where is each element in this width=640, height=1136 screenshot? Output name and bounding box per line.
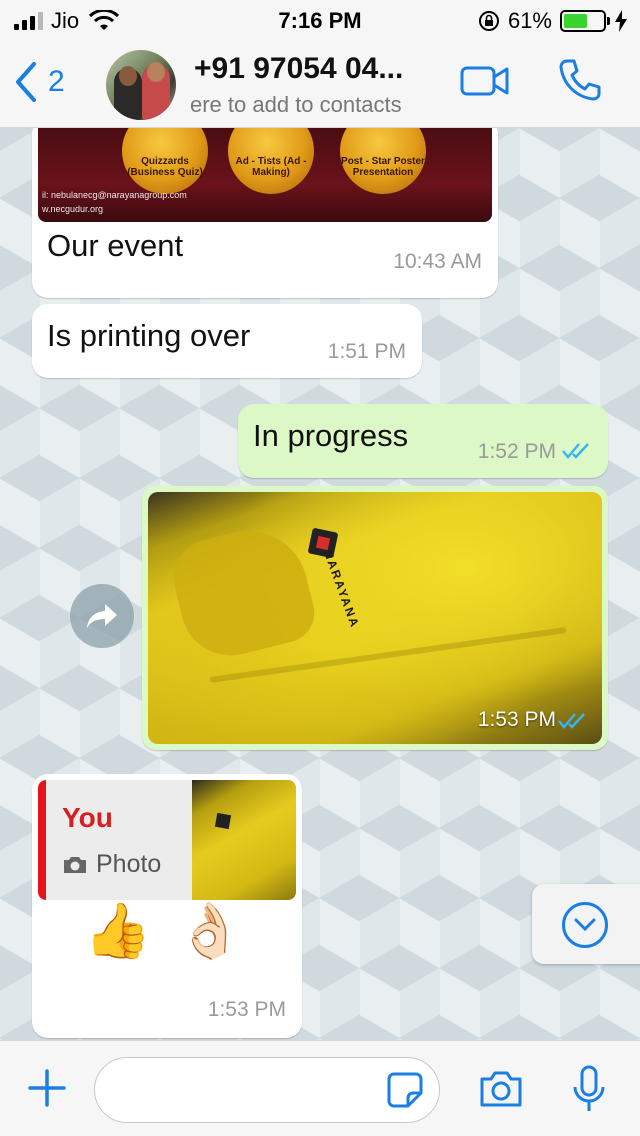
read-ticks-icon <box>562 443 589 459</box>
phone-icon[interactable] <box>558 58 602 102</box>
scroll-to-bottom-button[interactable] <box>532 884 640 964</box>
sticker-icon[interactable] <box>386 1071 424 1109</box>
contact-subtitle[interactable]: ere to add to contacts <box>190 92 440 118</box>
banner-medal: Ad - Tists (Ad - Making) <box>228 128 314 194</box>
plus-icon[interactable] <box>28 1069 66 1107</box>
quoted-message[interactable]: You Photo <box>38 780 296 900</box>
banner-site: w.necgudur.org <box>42 204 104 214</box>
battery-icon <box>560 10 610 32</box>
camera-small-icon <box>64 856 86 873</box>
quoted-type: Photo <box>62 850 161 879</box>
message-time: 10:43 AM <box>393 250 482 273</box>
camera-icon[interactable] <box>478 1069 524 1109</box>
quoted-photo-thumbnail <box>192 780 296 900</box>
battery-percent: 61% <box>507 8 552 33</box>
input-bar <box>0 1040 640 1136</box>
chevron-left-icon <box>16 62 36 102</box>
event-banner-image[interactable]: Quizzards (Business Quiz) Ad - Tists (Ad… <box>38 128 492 222</box>
forward-arrow-icon <box>87 604 117 628</box>
back-button[interactable]: 2 <box>14 62 65 102</box>
charging-bolt-icon <box>615 10 627 32</box>
chat-area[interactable]: Quizzards (Business Quiz) Ad - Tists (Ad… <box>0 128 640 1040</box>
message-bubble-outgoing[interactable]: In progress 1:52 PM <box>238 404 608 478</box>
read-ticks-icon <box>558 713 585 729</box>
shirt-brand-text: NARAYANA <box>320 548 363 631</box>
message-bubble-incoming[interactable]: Quizzards (Business Quiz) Ad - Tists (Ad… <box>32 128 498 298</box>
banner-medal: Post - Star Poster Presentation <box>340 128 426 194</box>
message-text: Our event <box>47 228 184 263</box>
status-right: 61% <box>478 8 628 34</box>
forward-button[interactable] <box>70 584 134 648</box>
microphone-icon[interactable] <box>572 1065 606 1115</box>
contact-avatar[interactable] <box>106 50 176 120</box>
chevron-down-circle-icon <box>562 902 608 948</box>
rotation-lock-icon <box>478 11 499 31</box>
message-text: In progress <box>253 418 409 453</box>
video-call-icon[interactable] <box>460 64 510 98</box>
emoji-thumbs-up: 👍 <box>84 901 152 961</box>
shirt-photo[interactable]: NARAYANA 1:53 PM <box>148 492 602 744</box>
message-time: 1:53 PM <box>477 708 556 731</box>
quoted-author: You <box>62 802 113 833</box>
message-time: 1:51 PM <box>327 340 406 363</box>
emoji-ok-hand: 👌🏻 <box>176 901 244 961</box>
status-bar: Jio 7:16 PM 61% <box>0 0 640 40</box>
message-bubble-incoming-reply[interactable]: You Photo 👍 👌🏻 1:53 PM <box>32 774 302 1038</box>
message-bubble-incoming[interactable]: Is printing over 1:51 PM <box>32 304 422 378</box>
unread-count: 2 <box>48 65 65 98</box>
message-bubble-outgoing-photo[interactable]: NARAYANA 1:53 PM <box>142 486 608 750</box>
message-text: Is printing over <box>47 318 251 353</box>
banner-email: il: nebulanecg@narayanagroup.com <box>42 190 187 200</box>
contact-name[interactable]: +91 97054 04... <box>194 52 403 86</box>
chat-header: 2 +91 97054 04... ere to add to contacts <box>0 40 640 128</box>
message-time: 1:52 PM <box>477 440 556 463</box>
banner-medal: Quizzards (Business Quiz) <box>122 128 208 194</box>
message-time: 1:53 PM <box>207 998 286 1021</box>
